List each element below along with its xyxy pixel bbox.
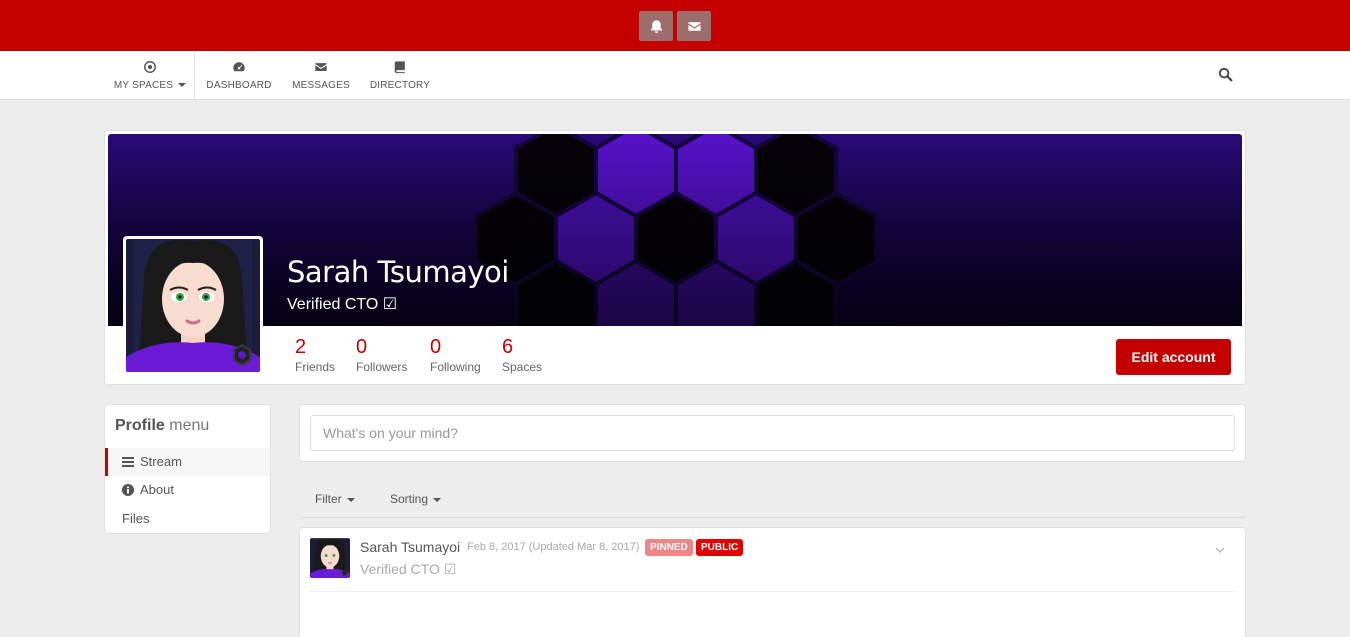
profile-name: Sarah Tsumayoi: [287, 255, 509, 289]
stat-following-value: 0: [430, 336, 442, 358]
main-navigation: MY SPACES DASHBOARD MESSAGES DIRECTORY: [0, 51, 1350, 100]
profile-menu-title-bold: Profile: [115, 417, 165, 434]
edit-account-button[interactable]: Edit account: [1116, 339, 1231, 375]
profile-menu-title: Profile menu: [115, 417, 209, 435]
profile-avatar[interactable]: [123, 236, 263, 375]
sorting-dropdown[interactable]: Sorting: [390, 492, 442, 506]
nav-directory[interactable]: DIRECTORY: [370, 51, 430, 100]
post-input[interactable]: [310, 415, 1235, 451]
stat-followers-value: 0: [356, 336, 368, 358]
nav-my-spaces[interactable]: MY SPACES: [113, 51, 187, 100]
chevron-down-icon[interactable]: [1214, 544, 1226, 556]
stat-followers[interactable]: 0 Followers: [356, 336, 407, 374]
filter-dropdown[interactable]: Filter: [315, 492, 355, 506]
menu-item-files[interactable]: Files: [122, 511, 149, 526]
entry-author-name[interactable]: Sarah Tsumayoi: [360, 539, 460, 555]
nav-dashboard[interactable]: DASHBOARD: [206, 51, 272, 100]
envelope-icon: [687, 21, 701, 31]
bell-icon: [650, 19, 662, 33]
envelope-icon: [315, 63, 327, 71]
bars-icon: [122, 456, 134, 467]
stat-spaces[interactable]: 6 Spaces: [502, 336, 542, 374]
profile-banner: [108, 134, 1242, 326]
messages-button[interactable]: [677, 11, 711, 41]
nav-messages[interactable]: MESSAGES: [292, 51, 350, 100]
stat-spaces-value: 6: [502, 336, 514, 358]
avatar-image: [126, 239, 260, 372]
stat-spaces-label: Spaces: [502, 360, 543, 374]
tachometer-icon: [233, 62, 245, 72]
chevron-down-icon: [178, 83, 187, 88]
sorting-label: Sorting: [390, 492, 429, 506]
chevron-down-icon: [433, 497, 442, 502]
stat-friends-value: 2: [295, 336, 307, 358]
entry-timestamp[interactable]: Feb 8, 2017 (Updated Mar 8, 2017): [467, 541, 639, 553]
info-circle-icon: [122, 483, 134, 496]
stat-following-label: Following: [430, 360, 481, 374]
stat-friends[interactable]: 2 Friends: [295, 336, 335, 374]
stat-following[interactable]: 0 Following: [430, 336, 481, 374]
nav-my-spaces-label: MY SPACES: [113, 80, 174, 91]
top-bar: [0, 0, 1350, 51]
menu-item-files-label: Files: [122, 511, 150, 526]
book-icon: [394, 61, 405, 74]
stat-friends-label: Friends: [295, 360, 336, 374]
entry-divider: [310, 591, 1235, 592]
profile-title: Verified CTO ☑: [287, 296, 398, 313]
menu-item-stream-label: Stream: [140, 454, 182, 469]
search-icon[interactable]: [1218, 67, 1233, 82]
chevron-down-icon: [346, 497, 355, 502]
entry-author-title: Verified CTO ☑: [360, 561, 457, 577]
target-icon: [144, 61, 156, 73]
hexagon-banner-image: [108, 134, 1242, 326]
menu-item-about[interactable]: About: [122, 482, 174, 497]
profile-menu-title-rest: menu: [169, 417, 210, 434]
avatar-image: [310, 538, 350, 578]
nav-dashboard-label: DASHBOARD: [206, 80, 272, 91]
nav-directory-label: DIRECTORY: [369, 80, 431, 91]
menu-item-about-label: About: [140, 482, 174, 497]
pinned-badge: PINNED: [645, 539, 693, 556]
stat-followers-label: Followers: [356, 360, 408, 374]
public-badge: PUBLIC: [696, 539, 744, 556]
entry-author-avatar[interactable]: [310, 538, 350, 578]
nav-messages-label: MESSAGES: [292, 80, 350, 91]
filter-label: Filter: [315, 492, 342, 506]
menu-item-stream[interactable]: Stream: [122, 454, 182, 469]
notifications-button[interactable]: [639, 11, 673, 41]
divider: [299, 517, 1246, 518]
nav-divider: [194, 51, 195, 100]
